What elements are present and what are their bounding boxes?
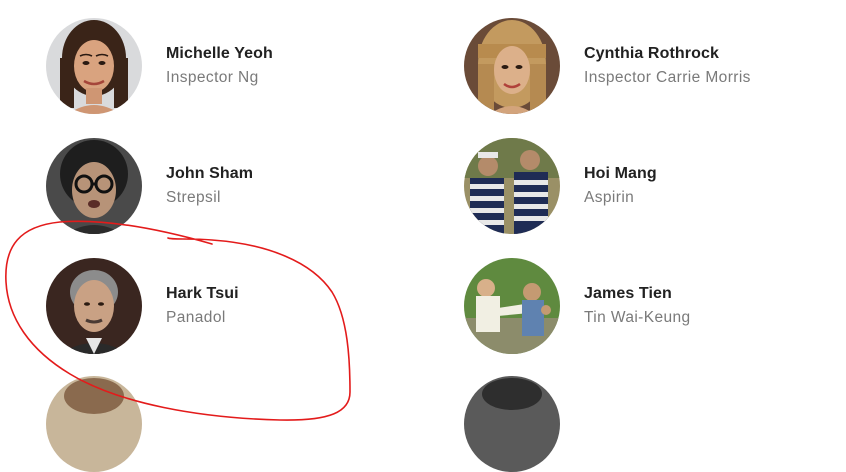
- character-name: Tin Wai-Keung: [584, 309, 691, 326]
- cast-info: Hoi Mang Aspirin: [584, 162, 657, 210]
- actor-name[interactable]: Michelle Yeoh: [166, 42, 273, 66]
- cast-list: Michelle Yeoh Inspector Ng Cynthia Rothr…: [0, 0, 846, 472]
- character-name: Strepsil: [166, 189, 221, 206]
- actor-name[interactable]: Hoi Mang: [584, 162, 657, 186]
- cast-card[interactable]: Hoi Mang Aspirin: [464, 136, 844, 236]
- cast-info: Cynthia Rothrock Inspector Carrie Morris: [584, 42, 751, 90]
- avatar[interactable]: [464, 258, 560, 354]
- cast-card[interactable]: James Tien Tin Wai-Keung: [464, 256, 844, 356]
- actor-name[interactable]: John Sham: [166, 162, 253, 186]
- character-name: Panadol: [166, 309, 226, 326]
- actor-name[interactable]: James Tien: [584, 282, 691, 306]
- character-name: Inspector Carrie Morris: [584, 69, 751, 86]
- avatar[interactable]: [464, 376, 560, 472]
- actor-name[interactable]: Cynthia Rothrock: [584, 42, 751, 66]
- cast-info: Michelle Yeoh Inspector Ng: [166, 42, 273, 90]
- cast-card[interactable]: Michelle Yeoh Inspector Ng: [46, 16, 426, 116]
- character-name: Aspirin: [584, 189, 635, 206]
- avatar[interactable]: [464, 18, 560, 114]
- avatar[interactable]: [464, 138, 560, 234]
- cast-card[interactable]: Hark Tsui Panadol: [46, 256, 426, 356]
- character-name: Inspector Ng: [166, 69, 259, 86]
- avatar[interactable]: [46, 258, 142, 354]
- cast-info: John Sham Strepsil: [166, 162, 253, 210]
- cast-info: Hark Tsui Panadol: [166, 282, 239, 330]
- cast-card[interactable]: Cynthia Rothrock Inspector Carrie Morris: [464, 16, 844, 116]
- avatar[interactable]: [46, 376, 142, 472]
- avatar[interactable]: [46, 18, 142, 114]
- cast-info: James Tien Tin Wai-Keung: [584, 282, 691, 330]
- cast-card[interactable]: John Sham Strepsil: [46, 136, 426, 236]
- avatar[interactable]: [46, 138, 142, 234]
- actor-name[interactable]: Hark Tsui: [166, 282, 239, 306]
